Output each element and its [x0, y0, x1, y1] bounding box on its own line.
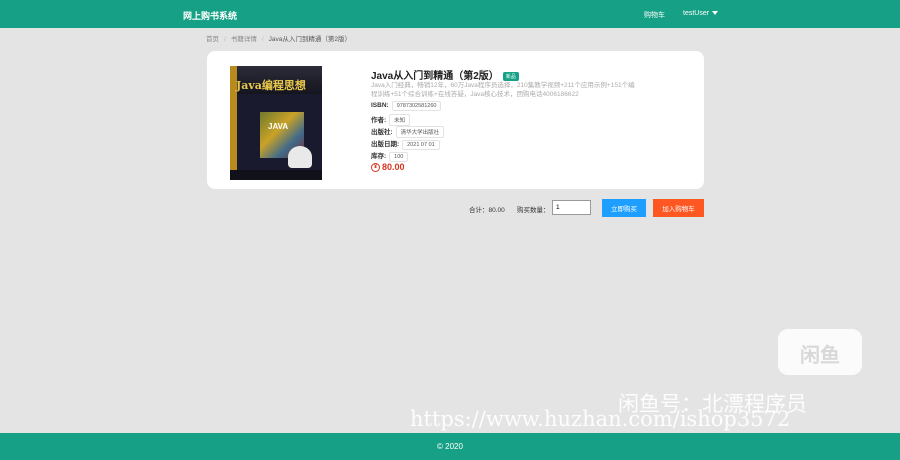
- cover-footer: [230, 170, 322, 180]
- stock-label: 库存:: [371, 153, 387, 160]
- book-detail-card: Java编程思想 JAVA Java从入门到精通（第2版） 新品 Java入门经典…: [207, 51, 704, 189]
- footer-copyright: © 2020: [437, 442, 463, 451]
- author-value: 未知: [389, 114, 411, 126]
- book-price: ¥80.00: [371, 162, 405, 173]
- watermark-url: https://www.huzhan.com/ishop3572: [410, 407, 791, 431]
- author-label: 作者:: [371, 117, 387, 124]
- publisher-row: 出版社: 清华大学出版社: [371, 126, 445, 138]
- cover-title: Java编程思想: [236, 79, 306, 92]
- breadcrumb-separator: /: [261, 36, 264, 43]
- watermark-logo: 闲鱼: [778, 329, 862, 375]
- site-brand[interactable]: 网上购书系统: [183, 9, 237, 22]
- book-title: Java从入门到精通（第2版） 新品: [371, 67, 519, 82]
- user-name: testUser: [683, 10, 710, 17]
- breadcrumb-home[interactable]: 首页: [206, 36, 219, 43]
- order-total: 合计：80.00: [469, 207, 505, 214]
- isbn-row: ISBN: 9787302581260: [371, 101, 442, 111]
- isbn-label: ISBN:: [371, 102, 389, 109]
- publish-date-row: 出版日期: 2021 07 01: [371, 138, 440, 150]
- publisher-value: 清华大学出版社: [395, 126, 445, 138]
- quantity-input[interactable]: [552, 200, 591, 215]
- book-cover-image: Java编程思想 JAVA: [230, 66, 322, 180]
- breadcrumb: 首页 / 书籍详情 / Java从入门到精通（第2版）: [206, 33, 351, 43]
- author-row: 作者: 未知: [371, 114, 411, 126]
- breadcrumb-separator: /: [224, 36, 226, 43]
- chevron-down-icon: [712, 11, 719, 16]
- publisher-label: 出版社:: [371, 129, 393, 136]
- publish-date-value: 2021 07 01: [402, 140, 440, 150]
- top-navbar: 网上购书系统 购物车 testUser: [0, 0, 900, 28]
- cover-author-photo: [288, 146, 312, 168]
- new-badge: 新品: [502, 71, 519, 81]
- quantity-label: 购买数量：: [517, 207, 550, 214]
- user-menu[interactable]: testUser: [683, 10, 719, 17]
- buy-now-button[interactable]: 立即购买: [602, 199, 646, 217]
- breadcrumb-detail[interactable]: 书籍详情: [231, 36, 257, 43]
- page-footer: © 2020: [0, 433, 900, 460]
- nav-cart-link[interactable]: 购物车: [644, 10, 665, 20]
- isbn-value: 9787302581260: [391, 101, 442, 111]
- add-to-cart-button[interactable]: 加入购物车: [653, 199, 704, 217]
- breadcrumb-current: Java从入门到精通（第2版）: [268, 36, 351, 43]
- price-value: 80.00: [382, 162, 405, 172]
- price-currency-icon: ¥: [371, 163, 380, 173]
- stock-row: 库存: 100: [371, 150, 409, 162]
- publish-date-label: 出版日期:: [371, 141, 400, 148]
- cover-java-text: JAVA: [268, 122, 289, 131]
- stock-value: 100: [389, 152, 409, 162]
- book-description: Java入门经典，畅销12年，60万Java程序员选择，210集教学视频+211…: [371, 82, 635, 98]
- watermark-logo-text: 闲鱼: [800, 345, 840, 367]
